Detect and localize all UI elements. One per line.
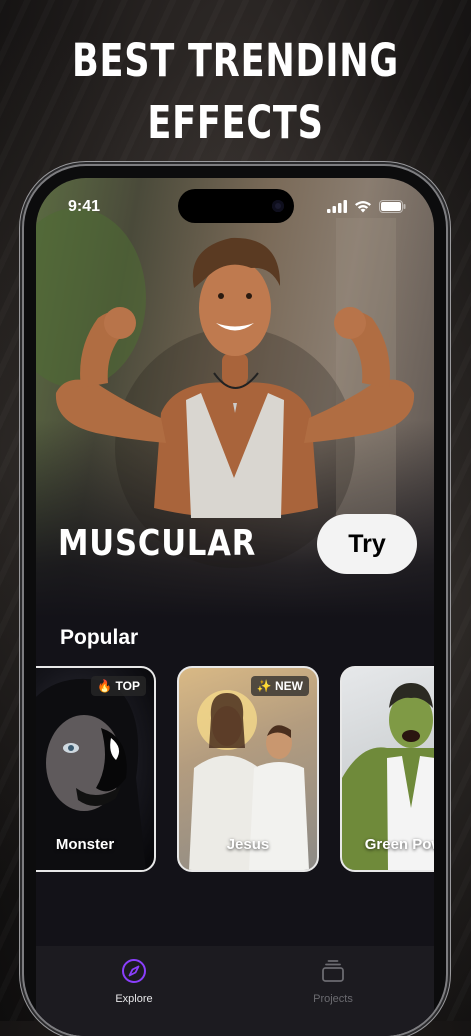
- tab-explore-label: Explore: [115, 993, 153, 1005]
- phone-screen: 9:41 MUSCULAR Try Popular 🔥 TOP Monster …: [36, 178, 434, 1036]
- effect-card-green-power[interactable]: Green Power: [340, 666, 434, 872]
- compass-icon: [122, 959, 146, 983]
- headline-line-1: BEST TRENDING: [71, 34, 400, 87]
- popular-carousel[interactable]: 🔥 TOP Monster ✨ NEW Jesus Green Po: [36, 666, 434, 876]
- effect-title: MUSCULAR: [58, 523, 257, 564]
- tab-explore[interactable]: Explore: [74, 958, 194, 1005]
- try-button[interactable]: Try: [317, 514, 417, 574]
- dynamic-island: [178, 189, 294, 223]
- tab-bar: Explore Projects: [36, 946, 434, 1036]
- wifi-icon: [355, 201, 371, 213]
- popular-section-title: Popular: [60, 626, 139, 649]
- card-label: Monster: [55, 836, 115, 853]
- headline: BEST TRENDING EFFECTS: [52, 30, 419, 154]
- effect-card-monster[interactable]: 🔥 TOP Monster: [36, 666, 156, 872]
- headline-line-2: EFFECTS: [147, 96, 324, 149]
- effect-card-jesus[interactable]: ✨ NEW Jesus: [177, 666, 319, 872]
- battery-icon: [379, 200, 406, 213]
- card-label: Jesus: [226, 836, 270, 853]
- cellular-signal-icon: [327, 200, 347, 213]
- status-icons: [327, 200, 406, 213]
- phone-frame: 9:41 MUSCULAR Try Popular 🔥 TOP Monster …: [24, 166, 446, 1036]
- card-badge-new: ✨ NEW: [250, 676, 309, 696]
- card-label: Green Power: [364, 836, 434, 853]
- tab-projects[interactable]: Projects: [273, 958, 393, 1005]
- tab-projects-label: Projects: [313, 993, 353, 1005]
- stack-icon: [322, 960, 344, 982]
- status-time: 9:41: [68, 198, 101, 215]
- status-bar: 9:41: [36, 178, 434, 228]
- camera-icon: [272, 200, 284, 212]
- card-badge-top: 🔥 TOP: [91, 676, 146, 696]
